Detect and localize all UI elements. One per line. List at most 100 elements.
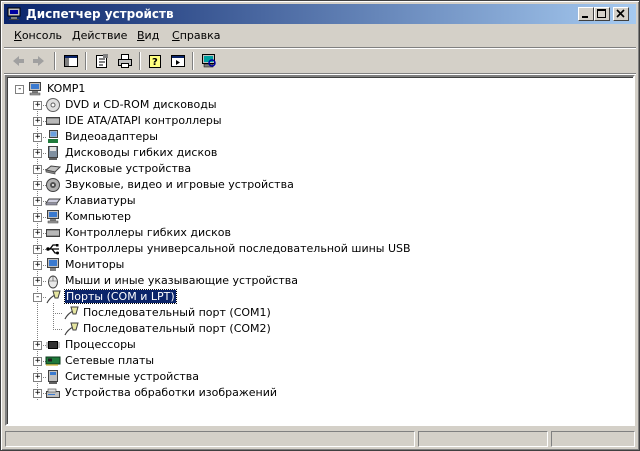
expand-plus-icon[interactable]: + xyxy=(33,180,42,190)
tree-leaf-device[interactable]: Последовательный порт (COM2) xyxy=(7,321,627,337)
menu-action[interactable]: Действие xyxy=(72,29,127,42)
tree-node-label: DVD и CD-ROM дисководы xyxy=(65,98,217,111)
tree-category[interactable]: + Видеоадаптеры xyxy=(7,129,627,145)
expand-plus-icon[interactable]: + xyxy=(33,212,42,222)
expand-plus-icon[interactable]: + xyxy=(33,244,42,254)
minimize-button[interactable] xyxy=(578,7,594,21)
collapse-minus-icon[interactable]: - xyxy=(15,84,24,94)
tree-category[interactable]: + Процессоры xyxy=(7,337,627,353)
console-view-button[interactable] xyxy=(168,51,188,71)
expand-plus-icon[interactable]: + xyxy=(33,100,42,110)
tree-node-label: Контроллеры универсальной последовательн… xyxy=(65,242,411,255)
tree-category[interactable]: + Контроллеры универсальной последователь… xyxy=(7,241,627,257)
tree-node-label: Устройства обработки изображений xyxy=(65,386,278,399)
tree-node-label: Порты (COM и LPT) xyxy=(64,289,177,304)
disk-drive-icon xyxy=(45,165,61,175)
status-bar xyxy=(4,429,636,448)
help-button[interactable]: ? xyxy=(146,51,166,71)
expand-plus-icon[interactable]: + xyxy=(33,164,42,174)
tree-category[interactable]: + Контроллеры гибких дисков xyxy=(7,225,627,241)
console-view-icon xyxy=(171,55,185,67)
tree-category[interactable]: + Сетевые платы xyxy=(7,353,627,369)
floppy-drive-icon xyxy=(48,146,58,160)
tree-leaf-device[interactable]: Последовательный порт (COM1) xyxy=(7,305,627,321)
menu-view-label: ид xyxy=(144,29,160,42)
svg-text:?: ? xyxy=(152,57,158,68)
port-icon xyxy=(46,290,61,304)
tree-category[interactable]: + Компьютер xyxy=(7,209,627,225)
tree-node-label: Мыши и иные указывающие устройства xyxy=(65,274,299,287)
tree-node-label: Контроллеры гибких дисков xyxy=(65,226,232,239)
tree-category[interactable]: - Порты (COM и LPT) xyxy=(7,289,627,305)
back-icon xyxy=(13,56,24,66)
expand-plus-icon[interactable]: + xyxy=(33,196,42,206)
tree-category[interactable]: + IDE ATA/ATAPI контроллеры xyxy=(7,113,627,129)
tree-connector-branch xyxy=(53,329,63,330)
toolbar-separator xyxy=(54,52,56,70)
ide-controller-icon xyxy=(46,117,60,125)
cdrom-icon xyxy=(46,98,60,112)
expand-plus-icon[interactable]: + xyxy=(33,148,42,158)
status-pane-middle xyxy=(418,431,548,447)
maximize-button[interactable] xyxy=(594,7,610,21)
mouse-icon xyxy=(48,275,58,289)
network-adapter-icon xyxy=(45,356,61,366)
menu-console[interactable]: Консоль xyxy=(14,29,62,42)
toolbar-separator xyxy=(85,52,87,70)
expand-plus-icon[interactable]: + xyxy=(33,388,42,398)
menu-help[interactable]: Справка xyxy=(172,29,220,42)
tree-category[interactable]: + Мониторы xyxy=(7,257,627,273)
back-button[interactable] xyxy=(8,51,28,71)
expand-plus-icon[interactable]: + xyxy=(33,372,42,382)
expand-plus-icon[interactable]: + xyxy=(33,132,42,142)
window-title: Диспетчер устройств xyxy=(26,7,174,21)
scan-hardware-icon xyxy=(202,54,216,68)
tree-node-label: Клавиатуры xyxy=(65,194,136,207)
show-hide-tree-icon xyxy=(64,55,78,67)
properties-button[interactable] xyxy=(92,51,112,71)
maximize-icon xyxy=(597,9,606,18)
toolbar: ? xyxy=(4,49,636,73)
print-button[interactable] xyxy=(115,51,135,71)
tree-root-computer[interactable]: - KOMP1 xyxy=(7,81,627,97)
tree-category[interactable]: + DVD и CD-ROM дисководы xyxy=(7,97,627,113)
collapse-minus-icon[interactable]: - xyxy=(33,292,42,302)
show-hide-tree-button[interactable] xyxy=(61,51,81,71)
computer-icon xyxy=(47,210,59,224)
menu-view[interactable]: Вид xyxy=(137,29,159,42)
tree-connector-branch xyxy=(53,313,63,314)
tree-category[interactable]: + Звуковые, видео и игровые устройства xyxy=(7,177,627,193)
tree-category[interactable]: + Устройства обработки изображений xyxy=(7,385,627,401)
toolbar-separator xyxy=(192,52,194,70)
expand-plus-icon[interactable]: + xyxy=(33,356,42,366)
tree-category[interactable]: + Дисковые устройства xyxy=(7,161,627,177)
menu-help-label: правка xyxy=(179,29,221,42)
scan-hardware-button[interactable] xyxy=(199,51,219,71)
device-manager-window: Диспетчер устройств Консоль Действие Вид… xyxy=(0,0,640,451)
tree-category[interactable]: + Системные устройства xyxy=(7,369,627,385)
expand-plus-icon[interactable]: + xyxy=(33,276,42,286)
device-tree[interactable]: - KOMP1 + DVD и CD-ROM дисководы + IDE ATA/AT… xyxy=(5,75,635,426)
port-icon xyxy=(64,322,79,336)
expand-plus-icon[interactable]: + xyxy=(33,116,42,126)
tree-node-label: IDE ATA/ATAPI контроллеры xyxy=(65,114,222,127)
expand-plus-icon[interactable]: + xyxy=(33,228,42,238)
forward-button[interactable] xyxy=(29,51,49,71)
title-bar[interactable]: Диспетчер устройств xyxy=(4,4,636,24)
tree-node-label: Системные устройства xyxy=(65,370,199,383)
tree-category[interactable]: + Мыши и иные указывающие устройства xyxy=(7,273,627,289)
expand-plus-icon[interactable]: + xyxy=(33,260,42,270)
close-button[interactable] xyxy=(613,7,629,21)
tree-category[interactable]: + Дисководы гибких дисков xyxy=(7,145,627,161)
tree-node-label: Видеоадаптеры xyxy=(65,130,158,143)
menu-action-label: ействие xyxy=(80,29,128,42)
monitor-icon xyxy=(47,258,59,271)
status-pane-right xyxy=(551,431,635,447)
menu-bar: Консоль Действие Вид Справка xyxy=(4,26,636,46)
tree-category[interactable]: + Клавиатуры xyxy=(7,193,627,209)
floppy-controller-icon xyxy=(46,229,60,237)
expand-plus-icon[interactable]: + xyxy=(33,340,42,350)
toolbar-separator xyxy=(139,52,141,70)
tree-node-label: Дисководы гибких дисков xyxy=(65,146,218,159)
close-icon xyxy=(616,9,625,18)
